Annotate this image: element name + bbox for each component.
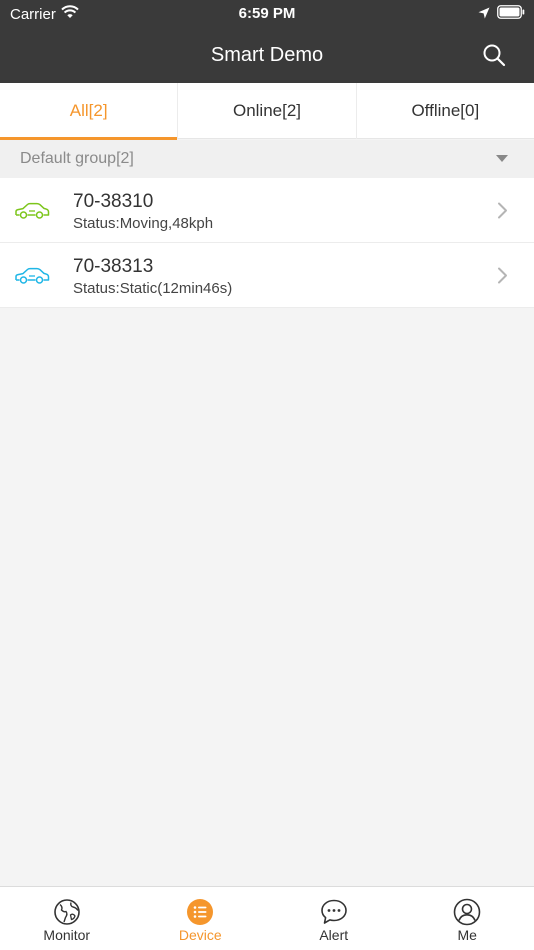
app-header: Carrier 6:59 PM Smart Demo: [0, 0, 534, 83]
bottom-tab-label: Monitor: [43, 927, 91, 943]
chevron-right-icon: [497, 267, 508, 289]
device-list: 70-38310 Status:Moving,48kph 70-38313 St…: [0, 178, 534, 308]
bottom-tab-label: Me: [457, 927, 477, 943]
list-icon: [186, 898, 214, 926]
bottom-tab-bar: Monitor Device Alert Me: [0, 886, 534, 950]
bottom-tab-me[interactable]: Me: [401, 887, 534, 950]
tab-online[interactable]: Online[2]: [178, 83, 357, 139]
filter-tabs: All[2] Online[2] Offline[0]: [0, 83, 534, 140]
status-bar: Carrier 6:59 PM: [0, 0, 534, 28]
user-icon: [453, 898, 481, 926]
bottom-tab-alert[interactable]: Alert: [267, 887, 401, 950]
bottom-tab-label: Alert: [319, 927, 349, 943]
device-status: Status:Moving,48kph: [73, 215, 214, 232]
group-header[interactable]: Default group[2]: [0, 140, 534, 178]
location-arrow-icon: [478, 6, 490, 23]
device-row-70-38313[interactable]: 70-38313 Status:Static(12min46s): [0, 243, 534, 308]
chevron-right-icon: [497, 202, 508, 224]
device-name: 70-38313: [73, 256, 154, 277]
chat-bubble-icon: [320, 898, 348, 926]
device-name: 70-38310: [73, 191, 154, 212]
tab-offline[interactable]: Offline[0]: [357, 83, 534, 139]
tab-all[interactable]: All[2]: [0, 83, 179, 140]
bottom-tab-device[interactable]: Device: [134, 887, 268, 950]
device-screen: Carrier 6:59 PM Smart Demo All[2] Online…: [0, 0, 534, 950]
status-time: 6:59 PM: [238, 5, 296, 22]
group-label: Default group[2]: [20, 150, 134, 167]
device-row-70-38310[interactable]: 70-38310 Status:Moving,48kph: [0, 178, 534, 243]
device-status: Status:Static(12min46s): [73, 280, 233, 297]
battery-icon: [497, 5, 525, 23]
search-button[interactable]: [480, 43, 508, 71]
bottom-tab-monitor[interactable]: Monitor: [0, 887, 134, 950]
car-icon: [14, 202, 50, 225]
car-icon: [14, 267, 50, 290]
nav-bar: Smart Demo: [0, 28, 534, 83]
bottom-tab-label: Device: [178, 927, 222, 943]
page-title: Smart Demo: [210, 44, 324, 66]
globe-icon: [53, 898, 81, 926]
search-icon: [482, 43, 506, 72]
caret-down-icon: [496, 155, 508, 162]
status-indicators: [478, 5, 525, 23]
